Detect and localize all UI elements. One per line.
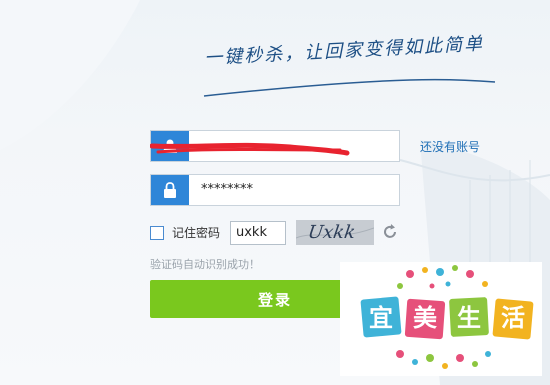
lock-icon (151, 175, 189, 205)
refresh-captcha-icon[interactable] (381, 223, 399, 245)
watermark-char-4: 活 (501, 304, 525, 332)
password-field[interactable]: ******** (150, 174, 400, 206)
captcha-hint: 验证码自动识别成功！ (150, 258, 260, 271)
slogan-underline (203, 78, 496, 97)
password-value: ******** (201, 182, 253, 197)
captcha-input[interactable]: uxkk (230, 221, 286, 245)
captcha-image[interactable]: Uxkk (296, 220, 374, 245)
username-field[interactable] (150, 130, 400, 162)
remember-password-checkbox[interactable]: 记住密码 (150, 224, 220, 241)
watermark-char-3: 生 (457, 304, 481, 332)
watermark-char-1: 宜 (369, 304, 393, 332)
watermark-char-2: 美 (413, 304, 437, 332)
captcha-image-text: Uxkk (306, 222, 357, 243)
user-icon (151, 131, 189, 161)
remember-password-label: 记住密码 (172, 226, 221, 240)
checkbox-box[interactable] (150, 225, 164, 240)
register-link[interactable]: 还没有账号 (420, 138, 480, 155)
watermark-chars: 宜 美 生 活 (362, 298, 532, 338)
watermark-logo: 宜 美 生 活 (340, 262, 542, 376)
